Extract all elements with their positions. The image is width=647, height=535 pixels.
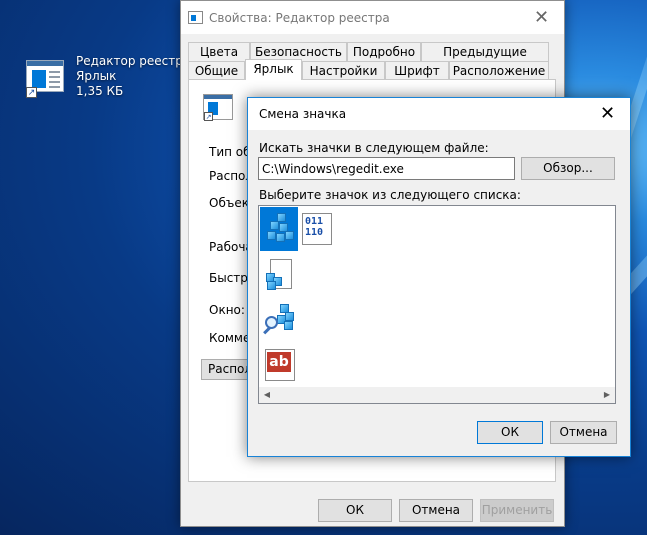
browse-button[interactable]: Обзор... <box>521 157 615 180</box>
tab-general[interactable]: Общие <box>188 61 245 80</box>
regedit-shortcut-icon[interactable]: ↗ <box>22 56 68 100</box>
registry-file-icon[interactable] <box>260 253 298 297</box>
search-file-label: Искать значки в следующем файле: <box>259 141 489 155</box>
shortcut-size: 1,35 КБ <box>76 84 124 98</box>
icon-list-scrollbar[interactable]: ◀ ▶ <box>259 387 615 403</box>
scroll-right-icon[interactable]: ▶ <box>599 387 615 403</box>
dialog-cancel-button[interactable]: Отмена <box>550 421 617 444</box>
shortcut-type: Ярлык <box>76 69 117 83</box>
registry-search-icon[interactable] <box>260 299 298 343</box>
desktop-shortcut-label[interactable]: Редактор реестра Ярлык 1,35 КБ <box>76 54 190 99</box>
run-label: Окно: <box>209 303 245 317</box>
regedit-cubes-icon[interactable] <box>260 207 298 251</box>
tab-colors[interactable]: Цвета <box>188 42 250 61</box>
binary-data-icon[interactable]: 011 110 <box>298 207 336 251</box>
change-icon-title: Смена значка <box>259 107 347 121</box>
shortcut-arrow-icon: ↗ <box>204 112 213 121</box>
icon-list[interactable]: 011 110 ab ◀ ▶ <box>258 205 616 404</box>
properties-title: Свойства: Редактор реестра <box>209 11 390 25</box>
icon-file-path-input[interactable] <box>258 157 515 180</box>
tab-layout[interactable]: Расположение <box>449 61 549 80</box>
dialog-ok-button[interactable]: ОК <box>477 421 543 444</box>
string-value-icon[interactable]: ab <box>260 344 298 388</box>
binary-row-2: 110 <box>305 227 324 238</box>
properties-titlebar[interactable]: Свойства: Редактор реестра ✕ <box>181 1 564 34</box>
binary-row-1: 011 <box>305 216 324 227</box>
close-icon[interactable]: ✕ <box>585 98 630 130</box>
tab-options[interactable]: Настройки <box>302 61 385 80</box>
change-icon-dialog: Смена значка ✕ Искать значки в следующем… <box>247 97 631 457</box>
icon-list-label: Выберите значок из следующего списка: <box>259 188 521 202</box>
properties-ok-button[interactable]: ОК <box>318 499 392 522</box>
properties-cancel-button[interactable]: Отмена <box>399 499 473 522</box>
change-icon-titlebar[interactable]: Смена значка ✕ <box>248 98 630 130</box>
close-icon[interactable]: ✕ <box>519 1 564 34</box>
tab-shortcut[interactable]: Ярлык <box>245 59 302 80</box>
tab-details[interactable]: Подробно <box>347 42 421 61</box>
tab-previous-versions[interactable]: Предыдущие версии <box>421 42 549 77</box>
shortcut-window-icon <box>188 11 203 24</box>
scroll-left-icon[interactable]: ◀ <box>259 387 275 403</box>
shortcut-arrow-icon: ↗ <box>26 87 37 98</box>
properties-apply-button: Применить <box>480 499 554 522</box>
shortcut-name: Редактор реестра <box>76 54 191 68</box>
string-icon-text: ab <box>267 352 291 372</box>
tab-font[interactable]: Шрифт <box>385 61 449 80</box>
